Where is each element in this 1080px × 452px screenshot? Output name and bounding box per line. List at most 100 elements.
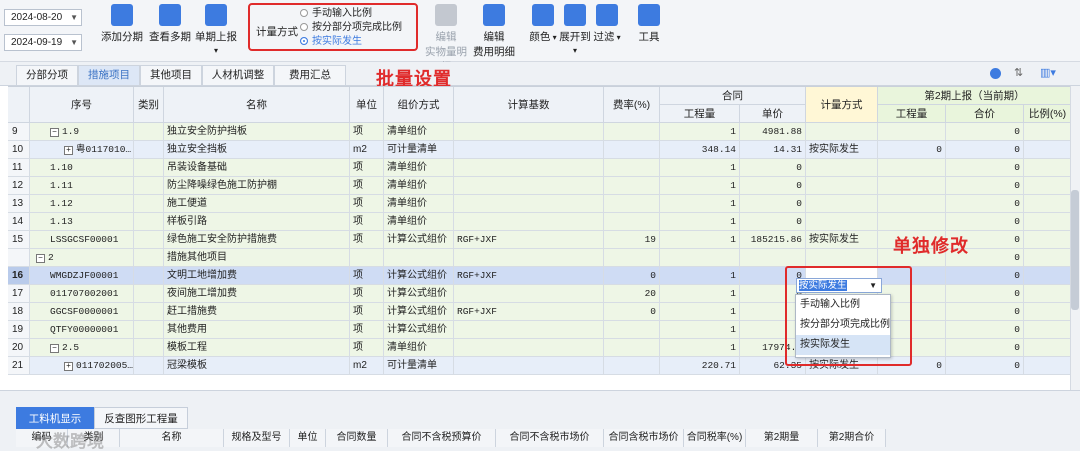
cell-type[interactable] bbox=[134, 249, 164, 266]
cell-seq[interactable]: 1.10 bbox=[30, 159, 134, 176]
expand-icon[interactable]: + bbox=[64, 362, 73, 371]
option-manual-ratio[interactable]: 手动输入比例 bbox=[796, 295, 890, 315]
cell-name[interactable]: 防尘降噪绿色施工防护棚 bbox=[164, 177, 350, 194]
cell-name[interactable]: 施工便道 bbox=[164, 195, 350, 212]
cell-base[interactable] bbox=[454, 123, 604, 140]
table-row[interactable]: 13 1.12 施工便道项清单组价 1 0 0 bbox=[8, 195, 1072, 213]
tools-button[interactable]: 工具 bbox=[636, 4, 662, 56]
cell-type[interactable] bbox=[134, 339, 164, 356]
cell-base[interactable]: RGF+JXF bbox=[454, 267, 604, 284]
cell-n[interactable]: 11 bbox=[8, 159, 30, 176]
cell-n[interactable]: 13 bbox=[8, 195, 30, 212]
tab-cost-summary[interactable]: 费用汇总 bbox=[274, 65, 346, 85]
table-row[interactable]: 16 WMGDZJF00001 文明工地增加费项计算公式组价 RGF+JXF 0 1 0 0 bbox=[8, 267, 1072, 285]
cell-p2r[interactable] bbox=[1024, 213, 1072, 230]
cell-p2r[interactable] bbox=[1024, 249, 1072, 266]
cell-seq[interactable]: −1.9 bbox=[30, 123, 134, 140]
cell-n[interactable]: 16 bbox=[8, 267, 30, 284]
cell-type[interactable] bbox=[134, 141, 164, 158]
cell-p2r[interactable] bbox=[1024, 231, 1072, 248]
column-settings-icon[interactable]: ▥▾ bbox=[1040, 66, 1056, 79]
cell-seq[interactable]: WMGDZJF00001 bbox=[30, 267, 134, 284]
calc-method-select[interactable]: 按实际发生 ▼ bbox=[796, 278, 882, 293]
cell-n[interactable]: 9 bbox=[8, 123, 30, 140]
single-report-button[interactable]: 单期上报 ▾ bbox=[194, 4, 238, 56]
cell-base[interactable] bbox=[454, 213, 604, 230]
cell-calc[interactable] bbox=[806, 249, 878, 266]
cell-calc[interactable]: 按实际发生 bbox=[806, 231, 878, 248]
cell-name[interactable]: 模板工程 bbox=[164, 339, 350, 356]
cell-unit[interactable]: 项 bbox=[350, 123, 384, 140]
cell-price[interactable]: 0 bbox=[740, 159, 806, 176]
cell-qty[interactable]: 1 bbox=[660, 267, 740, 284]
cell-base[interactable] bbox=[454, 339, 604, 356]
cell-seq[interactable]: LSSGCSF00001 bbox=[30, 231, 134, 248]
cell-name[interactable]: 夜间施工增加费 bbox=[164, 285, 350, 302]
cell-method[interactable]: 计算公式组价 bbox=[384, 267, 454, 284]
tab-reverse-lookup[interactable]: 反查图形工程量 bbox=[94, 407, 188, 429]
collapse-icon[interactable]: − bbox=[50, 128, 59, 137]
cell-base[interactable] bbox=[454, 249, 604, 266]
radio-actual[interactable]: 按实际发生 bbox=[300, 35, 362, 48]
cell-method[interactable]: 计算公式组价 bbox=[384, 303, 454, 320]
cell-name[interactable]: 吊装设备基础 bbox=[164, 159, 350, 176]
cell-p2p[interactable]: 0 bbox=[946, 303, 1024, 320]
cell-unit[interactable]: 项 bbox=[350, 213, 384, 230]
table-row[interactable]: 20−2.5 模板工程项清单组价 1 17974.3 0 bbox=[8, 339, 1072, 357]
cell-seq[interactable]: 1.11 bbox=[30, 177, 134, 194]
cell-qty[interactable]: 1 bbox=[660, 285, 740, 302]
cell-n[interactable]: 18 bbox=[8, 303, 30, 320]
cell-name[interactable]: 样板引路 bbox=[164, 213, 350, 230]
cell-type[interactable] bbox=[134, 303, 164, 320]
cell-p2r[interactable] bbox=[1024, 267, 1072, 284]
cell-p2r[interactable] bbox=[1024, 357, 1072, 374]
cell-price[interactable]: 0 bbox=[740, 177, 806, 194]
cell-unit[interactable]: 项 bbox=[350, 177, 384, 194]
cell-rate[interactable] bbox=[604, 321, 660, 338]
cell-rate[interactable] bbox=[604, 357, 660, 374]
end-date-picker[interactable]: 2024-09-19 ▼ bbox=[4, 34, 82, 51]
cell-rate[interactable] bbox=[604, 195, 660, 212]
cell-name[interactable]: 绿色施工安全防护措施费 bbox=[164, 231, 350, 248]
tab-cuoshi[interactable]: 措施项目 bbox=[78, 65, 140, 85]
cell-p2r[interactable] bbox=[1024, 141, 1072, 158]
cell-qty[interactable]: 1 bbox=[660, 159, 740, 176]
cell-n[interactable]: 19 bbox=[8, 321, 30, 338]
cell-seq[interactable]: +011702005… bbox=[30, 357, 134, 374]
table-row[interactable]: 12 1.11 防尘降噪绿色施工防护棚项清单组价 1 0 0 bbox=[8, 177, 1072, 195]
cell-p2p[interactable]: 0 bbox=[946, 195, 1024, 212]
cell-rate[interactable]: 19 bbox=[604, 231, 660, 248]
cell-rate[interactable] bbox=[604, 177, 660, 194]
cell-qty[interactable]: 1 bbox=[660, 195, 740, 212]
cell-p2p[interactable]: 0 bbox=[946, 123, 1024, 140]
cell-base[interactable] bbox=[454, 141, 604, 158]
cell-p2q[interactable] bbox=[878, 213, 946, 230]
cell-method[interactable]: 可计量清单 bbox=[384, 141, 454, 158]
table-row[interactable]: 19QTFY00000001其他费用项计算公式组价100 bbox=[8, 321, 1072, 339]
table-row[interactable]: 10 + 粤0117010… 独立安全挡板 m2 可计量清单 348.14 14.31 按实际发… bbox=[8, 141, 1072, 159]
table-row[interactable]: 14 1.13 样板引路项清单组价 1 0 0 bbox=[8, 213, 1072, 231]
cell-method[interactable]: 清单组价 bbox=[384, 339, 454, 356]
cell-rate[interactable] bbox=[604, 159, 660, 176]
cell-p2q[interactable]: 0 bbox=[878, 141, 946, 158]
cell-name[interactable]: 其他费用 bbox=[164, 321, 350, 338]
cell-unit[interactable]: m2 bbox=[350, 357, 384, 374]
edit-cost-detail-button[interactable]: 编辑 费用明细 bbox=[470, 4, 518, 58]
cell-qty[interactable]: 1 bbox=[660, 177, 740, 194]
cell-qty[interactable]: 1 bbox=[660, 339, 740, 356]
add-period-button[interactable]: 添加分期 bbox=[100, 4, 144, 56]
cell-name[interactable]: 独立安全挡板 bbox=[164, 141, 350, 158]
cell-name[interactable]: 赶工措施费 bbox=[164, 303, 350, 320]
color-button[interactable]: 颜色 ▾ bbox=[526, 4, 560, 56]
cell-seq[interactable]: QTFY00000001 bbox=[30, 321, 134, 338]
cell-seq[interactable]: −2 bbox=[30, 249, 134, 266]
cell-n[interactable]: 15 bbox=[8, 231, 30, 248]
cell-p2q[interactable] bbox=[878, 123, 946, 140]
cell-rate[interactable] bbox=[604, 249, 660, 266]
radio-completion-ratio[interactable]: 按分部分项完成比例 bbox=[300, 21, 402, 34]
cell-seq[interactable]: −2.5 bbox=[30, 339, 134, 356]
cell-n[interactable]: 14 bbox=[8, 213, 30, 230]
tab-material-adjust[interactable]: 人材机调整 bbox=[202, 65, 274, 85]
tab-material-display[interactable]: 工料机显示 bbox=[16, 407, 94, 429]
cell-name[interactable]: 措施其他项目 bbox=[164, 249, 350, 266]
